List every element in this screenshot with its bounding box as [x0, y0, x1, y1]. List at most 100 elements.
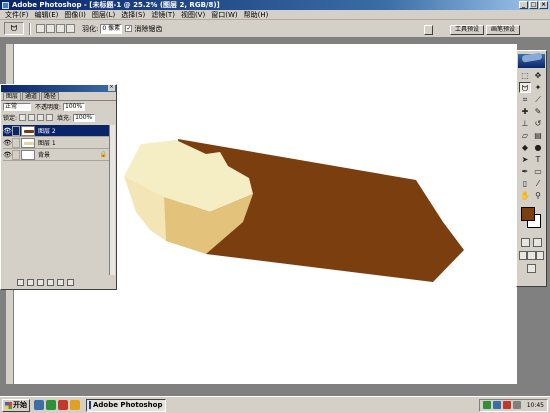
history-brush-tool-icon[interactable]: ↺ — [532, 118, 544, 129]
maximize-button[interactable]: □ — [529, 1, 538, 9]
tray-icon[interactable] — [502, 401, 511, 409]
move-tool-icon[interactable]: ✥ — [532, 70, 544, 81]
title-bar: Adobe Photoshop - [未标题-1 @ 25.2% (图层 2, … — [0, 0, 550, 10]
full-screen-menu-icon[interactable] — [527, 251, 536, 260]
adjustment-layer-icon[interactable] — [47, 278, 54, 286]
imageready-jump-icon[interactable] — [527, 264, 536, 273]
folder-icon[interactable] — [70, 400, 80, 410]
trash-icon[interactable] — [67, 278, 74, 286]
antialias-checkbox[interactable]: ✓ — [125, 25, 133, 32]
eraser-tool-icon[interactable]: ▱ — [519, 130, 531, 141]
tool-presets-tab[interactable]: 工具预设 — [450, 25, 484, 35]
menu-window[interactable]: 窗口(W) — [208, 10, 240, 20]
volume-icon[interactable] — [512, 401, 521, 409]
subtract-selection-icon[interactable] — [56, 24, 65, 33]
menu-filter[interactable]: 滤镜(T) — [148, 10, 178, 20]
marquee-tool-icon[interactable]: ⬚ — [519, 70, 531, 81]
tray-icon[interactable] — [482, 401, 491, 409]
layer-thumbnail — [21, 125, 35, 136]
layer-style-icon[interactable] — [17, 278, 24, 286]
new-layer-icon[interactable] — [57, 278, 64, 286]
layer-row[interactable]: 👁 图层 1 — [3, 137, 115, 149]
menu-layer[interactable]: 图层(L) — [89, 10, 118, 20]
opacity-label: 不透明度: — [35, 104, 62, 111]
taskbar-item-photoshop[interactable]: Adobe Photoshop - [... — [86, 398, 166, 412]
lock-pixels-icon[interactable] — [28, 114, 36, 121]
brush-tool-icon[interactable]: ✎ — [532, 106, 544, 117]
feather-input[interactable]: 0 像素 — [100, 23, 123, 34]
standard-screen-icon[interactable] — [519, 251, 528, 260]
menu-file[interactable]: 文件(F) — [2, 10, 32, 20]
ie-icon[interactable] — [46, 400, 56, 410]
feather-label: 羽化: — [82, 24, 99, 33]
slice-tool-icon[interactable]: ⟋ — [532, 94, 544, 105]
lock-transparency-icon[interactable] — [19, 114, 27, 121]
screen-modes — [517, 249, 546, 262]
layer-row[interactable]: 👁 背景 🔒 — [3, 149, 115, 161]
eye-icon[interactable]: 👁 — [3, 139, 12, 147]
brush-link-icon[interactable] — [12, 137, 20, 148]
brush-link-icon[interactable] — [12, 125, 20, 136]
path-selection-tool-icon[interactable]: ➤ — [519, 154, 531, 165]
opacity-field[interactable]: 100% — [63, 102, 86, 111]
quick-mask-mode-icon[interactable] — [533, 238, 543, 247]
pen-tool-icon[interactable]: ✒ — [519, 166, 531, 177]
menu-edit[interactable]: 编辑(E) — [32, 10, 62, 20]
brush-link-icon[interactable] — [12, 149, 20, 160]
hand-tool-icon[interactable]: ✋ — [519, 190, 531, 201]
start-label: 开始 — [13, 401, 27, 409]
minimize-button[interactable]: _ — [519, 1, 528, 9]
tab-paths[interactable]: 路径 — [41, 92, 60, 100]
crop-tool-icon[interactable]: ⌗ — [519, 94, 531, 105]
lock-position-icon[interactable] — [37, 114, 45, 121]
type-tool-icon[interactable]: T — [532, 154, 544, 165]
tray-icon[interactable] — [492, 401, 501, 409]
desktop-icon[interactable] — [34, 400, 44, 410]
blend-mode-select[interactable]: 正常 — [3, 102, 31, 111]
shape-tool-icon[interactable]: ▭ — [532, 166, 544, 177]
menu-help[interactable]: 帮助(H) — [241, 10, 272, 20]
layer-mask-icon[interactable] — [27, 278, 34, 286]
close-button[interactable]: × — [539, 1, 548, 9]
dodge-tool-icon[interactable]: ● — [532, 142, 544, 153]
full-screen-icon[interactable] — [535, 251, 544, 260]
gradient-tool-icon[interactable]: ▤ — [532, 130, 544, 141]
notes-tool-icon[interactable]: ▯ — [519, 178, 531, 189]
mask-modes — [517, 236, 546, 249]
intersect-selection-icon[interactable] — [66, 24, 75, 33]
healing-brush-tool-icon[interactable]: ✚ — [519, 106, 531, 117]
divider — [29, 22, 31, 35]
add-selection-icon[interactable] — [46, 24, 55, 33]
menu-view[interactable]: 视图(V) — [178, 10, 208, 20]
standard-mode-icon[interactable] — [520, 238, 530, 247]
lasso-tool-icon[interactable]: ᗢ — [519, 82, 531, 93]
lock-all-icon[interactable] — [46, 114, 54, 121]
new-selection-icon[interactable] — [36, 24, 45, 33]
media-icon[interactable] — [58, 400, 68, 410]
close-icon[interactable]: × — [108, 85, 115, 91]
tab-channels[interactable]: 通道 — [22, 92, 41, 100]
eye-icon[interactable]: 👁 — [3, 151, 12, 159]
palette-well-icon[interactable] — [424, 25, 433, 35]
layers-panel-titlebar[interactable]: × — [1, 85, 116, 92]
menu-select[interactable]: 选择(S) — [118, 10, 148, 20]
layer-row[interactable]: 👁 图层 2 — [3, 125, 115, 137]
magic-wand-tool-icon[interactable]: ✦ — [532, 82, 544, 93]
menu-image[interactable]: 图像(I) — [61, 10, 89, 20]
blur-tool-icon[interactable]: ◆ — [519, 142, 531, 153]
tool-preset-picker[interactable]: ᗢ — [4, 22, 24, 35]
foreground-color-swatch[interactable] — [521, 207, 535, 221]
tab-layers[interactable]: 图层 — [3, 92, 22, 100]
brushes-tab[interactable]: 画笔预设 — [486, 25, 520, 35]
new-set-icon[interactable] — [37, 278, 44, 286]
tool-grid: ⬚ ✥ ᗢ ✦ ⌗ ⟋ ✚ ✎ ⊥ ↺ ▱ ▤ ◆ ● ➤ T ✒ ▭ ▯ ⁄ … — [517, 69, 546, 202]
layers-scrollbar[interactable] — [109, 125, 115, 275]
start-button[interactable]: 开始 — [2, 398, 30, 412]
zoom-tool-icon[interactable]: ⚲ — [532, 190, 544, 201]
stamp-tool-icon[interactable]: ⊥ — [519, 118, 531, 129]
menu-bar: 文件(F) 编辑(E) 图像(I) 图层(L) 选择(S) 滤镜(T) 视图(V… — [0, 10, 550, 20]
fill-field[interactable]: 100% — [73, 113, 96, 122]
eye-icon[interactable]: 👁 — [3, 127, 12, 135]
eyedropper-tool-icon[interactable]: ⁄ — [532, 178, 544, 189]
antialias-label: 消除锯齿 — [134, 24, 163, 33]
